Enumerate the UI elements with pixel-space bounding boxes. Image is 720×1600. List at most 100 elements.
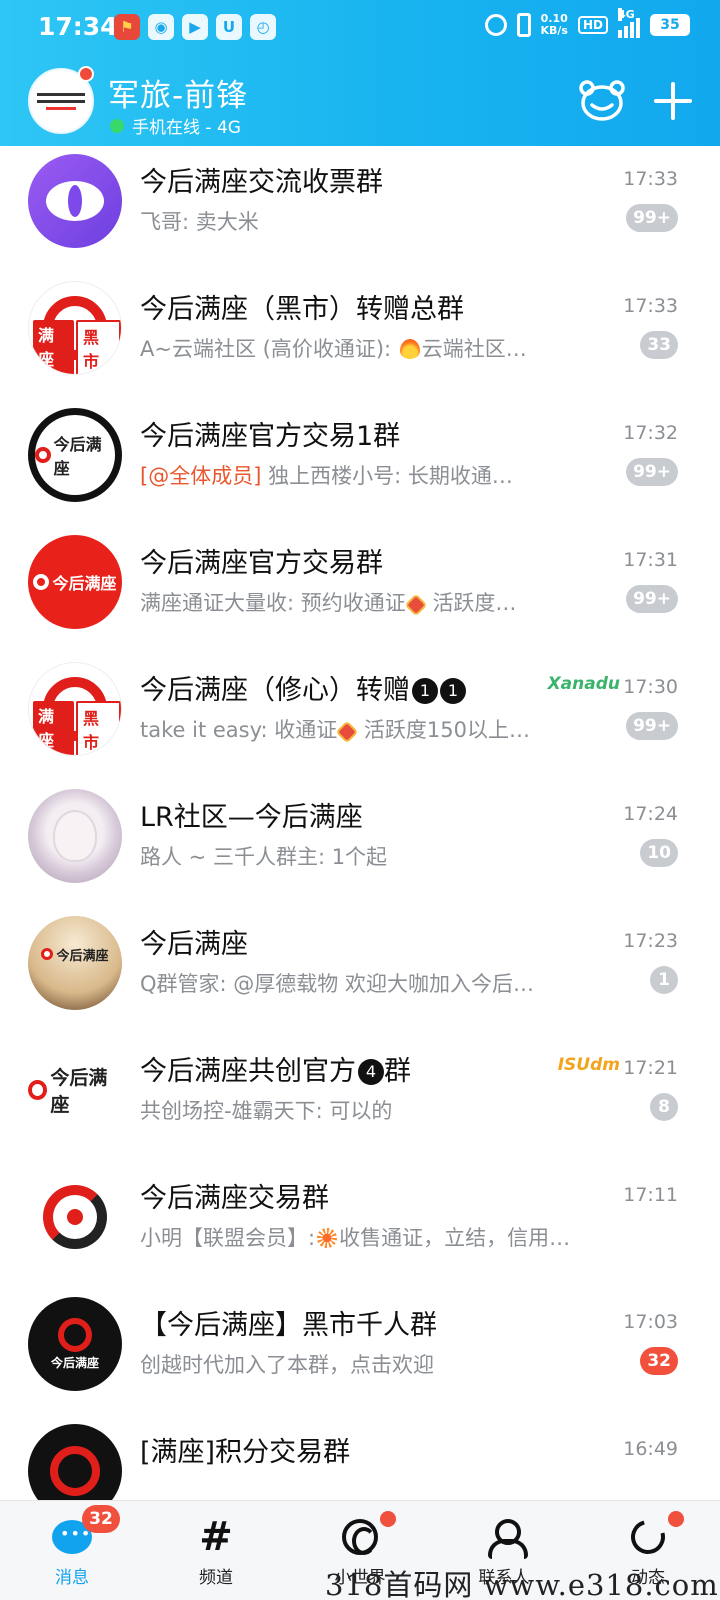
message-time: 17:31 xyxy=(623,549,678,571)
feed-icon xyxy=(624,1513,672,1561)
conversation-row[interactable]: 今后满座 今后满座 Q群管家: @厚德载物 欢迎大咖加入今后… 17:23 1 xyxy=(0,908,720,1036)
group-avatar: 今后满座 xyxy=(28,1297,122,1391)
tab-messages[interactable]: 消息 32 xyxy=(0,1501,144,1600)
hd-icon: HD xyxy=(577,16,608,34)
compass-icon: ◴ xyxy=(250,14,276,40)
conversation-title: 今后满座共创官方 4 群 xyxy=(140,1056,411,1087)
red-packet-emoji-icon xyxy=(404,593,428,617)
tab-channels[interactable]: # 频道 xyxy=(144,1501,288,1600)
group-avatar: 今后满座 xyxy=(28,916,122,1010)
message-time: 17:24 xyxy=(623,803,678,825)
group-avatar: 满座 黑市 xyxy=(28,662,122,756)
mention-tag: [@全体成员] xyxy=(140,464,262,488)
message-preview: Q群管家: @厚德载物 欢迎大咖加入今后… xyxy=(140,972,534,996)
group-tag-icon: ISUdm xyxy=(557,1055,620,1075)
conversation-title: [满座]积分交易群 xyxy=(140,1437,351,1468)
unread-badge: 8 xyxy=(650,1093,678,1121)
conversation-row[interactable]: 今后满座 今后满座官方交易1群 [@全体成员] 独上西楼小号: 长期收通… 17… xyxy=(0,400,720,528)
unread-badge: 99+ xyxy=(626,204,678,232)
signal-icon: 4G xyxy=(618,8,640,38)
group-avatar: 今后满座 xyxy=(28,408,122,502)
app-notification-icon: ⚑ xyxy=(114,14,140,40)
group-avatar xyxy=(28,789,122,883)
conversation-title: 今后满座交易群 xyxy=(140,1183,329,1214)
add-button[interactable] xyxy=(650,78,696,124)
unread-badge: 32 xyxy=(640,1347,678,1375)
message-time: 17:21 xyxy=(623,1057,678,1079)
u-app-icon: U xyxy=(216,14,242,40)
message-preview: take it easy: 收通证 活跃度150以上… xyxy=(140,718,531,744)
group-avatar: 满座 黑市 xyxy=(28,281,122,375)
conversation-row[interactable]: LR社区—今后满座 路人 ~ 三千人群主: 1个起 17:24 10 xyxy=(0,781,720,909)
contacts-icon xyxy=(484,1517,528,1559)
conversation-title: 今后满座（修心）转赠 1 1 xyxy=(140,668,466,707)
tab-notification-dot xyxy=(380,1511,396,1527)
conversation-row[interactable]: 今后满座 今后满座官方交易群 满座通证大量收: 预约收通证 活跃度… 17:31… xyxy=(0,527,720,655)
fire-emoji-icon xyxy=(399,339,420,359)
unread-badge: 1 xyxy=(650,966,678,994)
red-packet-emoji-icon xyxy=(335,720,359,744)
message-time: 17:30 xyxy=(623,676,678,698)
net-speed: 0.10 KB/s xyxy=(540,12,568,37)
conversation-row[interactable]: 满座 黑市 今后满座（修心）转赠 1 1 Xanadu take it easy: 收… xyxy=(0,654,720,782)
conversation-row[interactable]: 今后满座交易群 小明【联盟会员】: 收售通证，立结，信用… 17:11 xyxy=(0,1162,720,1290)
bear-icon[interactable] xyxy=(578,78,626,122)
message-preview: 共创场控-雄霸天下: 可以的 xyxy=(140,1099,393,1123)
message-time: 17:33 xyxy=(623,295,678,317)
conversation-row[interactable]: 今后满座交流收票群 飞哥: 卖大米 17:33 99+ xyxy=(0,146,720,274)
tab-notification-dot xyxy=(668,1511,684,1527)
message-preview: [@全体成员] 独上西楼小号: 长期收通… xyxy=(140,464,513,488)
group-avatar: 今后满座 xyxy=(28,1043,122,1137)
world-icon xyxy=(340,1517,380,1557)
conversation-row[interactable]: [满座]积分交易群 16:49 xyxy=(0,1416,720,1500)
conversation-list: 今后满座交流收票群 飞哥: 卖大米 17:33 99+ 满座 黑市 今后满座（黑市… xyxy=(0,146,720,1500)
message-preview: 路人 ~ 三千人群主: 1个起 xyxy=(140,845,388,869)
video-icon: ▶ xyxy=(182,14,208,40)
conversation-row[interactable]: 今后满座 今后满座共创官方 4 群 ISUdm 共创场控-雄霸天下: 可以的 17:… xyxy=(0,1035,720,1163)
unread-badge: 99+ xyxy=(626,458,678,486)
notification-dot xyxy=(78,66,94,82)
unread-badge: 99+ xyxy=(626,712,678,740)
tab-unread-badge: 32 xyxy=(82,1505,120,1533)
unread-badge: 33 xyxy=(640,331,678,359)
conversation-title: 今后满座交流收票群 xyxy=(140,167,383,198)
message-time: 17:32 xyxy=(623,422,678,444)
message-preview: 满座通证大量收: 预约收通证 活跃度… xyxy=(140,591,517,617)
conversation-title: LR社区—今后满座 xyxy=(140,802,363,833)
conversation-row[interactable]: 满座 黑市 今后满座（黑市）转赠总群 A~云端社区 (高价收通证): 云端社区… … xyxy=(0,273,720,401)
conversation-title: 今后满座官方交易群 xyxy=(140,548,383,579)
message-time: 16:49 xyxy=(623,1438,678,1460)
battery-icon: 35 xyxy=(650,14,690,36)
unread-badge: 10 xyxy=(640,839,678,867)
unread-badge: 99+ xyxy=(626,585,678,613)
group-avatar xyxy=(28,1424,122,1500)
status-bar: 17:34 ⚑ ◉ ▶ U ◴ 0.10 KB/s HD 4G 35 xyxy=(0,0,720,56)
vibrate-icon xyxy=(516,13,531,37)
message-preview: 小明【联盟会员】: 收售通证，立结，信用… xyxy=(140,1226,571,1250)
group-tag-icon: Xanadu xyxy=(547,674,620,694)
hash-icon: # xyxy=(199,1514,233,1560)
group-avatar: 今后满座 xyxy=(28,535,122,629)
watermark: 318首码网 www.e318.com xyxy=(325,1568,719,1600)
message-preview: 创越时代加入了本群，点击欢迎 xyxy=(140,1353,434,1377)
message-time: 17:03 xyxy=(623,1311,678,1333)
status-time: 17:34 xyxy=(38,12,118,41)
message-preview: A~云端社区 (高价收通证): 云端社区… xyxy=(140,337,527,361)
conversation-title: 今后满座 xyxy=(140,929,248,960)
status-indicators: 0.10 KB/s HD 4G 35 xyxy=(484,8,690,38)
wechat-icon: ◉ xyxy=(148,14,174,40)
nickname[interactable]: 军旅-前锋 xyxy=(108,70,248,115)
conversation-title: 今后满座（黑市）转赠总群 xyxy=(140,294,464,325)
message-time: 17:33 xyxy=(623,168,678,190)
app-header: 17:34 ⚑ ◉ ▶ U ◴ 0.10 KB/s HD 4G 35 军旅-前锋… xyxy=(0,0,720,146)
group-avatar xyxy=(28,1170,122,1264)
message-preview: 飞哥: 卖大米 xyxy=(140,210,259,234)
status-notification-icons: ⚑ ◉ ▶ U ◴ xyxy=(114,14,276,40)
conversation-title: 【今后满座】黑市千人群 xyxy=(140,1310,437,1341)
online-dot-icon xyxy=(110,118,124,133)
conversation-title: 今后满座官方交易1群 xyxy=(140,421,401,452)
online-status[interactable]: 手机在线 - 4G xyxy=(110,113,241,138)
conversation-row[interactable]: 今后满座 【今后满座】黑市千人群 创越时代加入了本群，点击欢迎 17:03 32 xyxy=(0,1289,720,1417)
message-time: 17:23 xyxy=(623,930,678,952)
group-avatar xyxy=(28,154,122,248)
